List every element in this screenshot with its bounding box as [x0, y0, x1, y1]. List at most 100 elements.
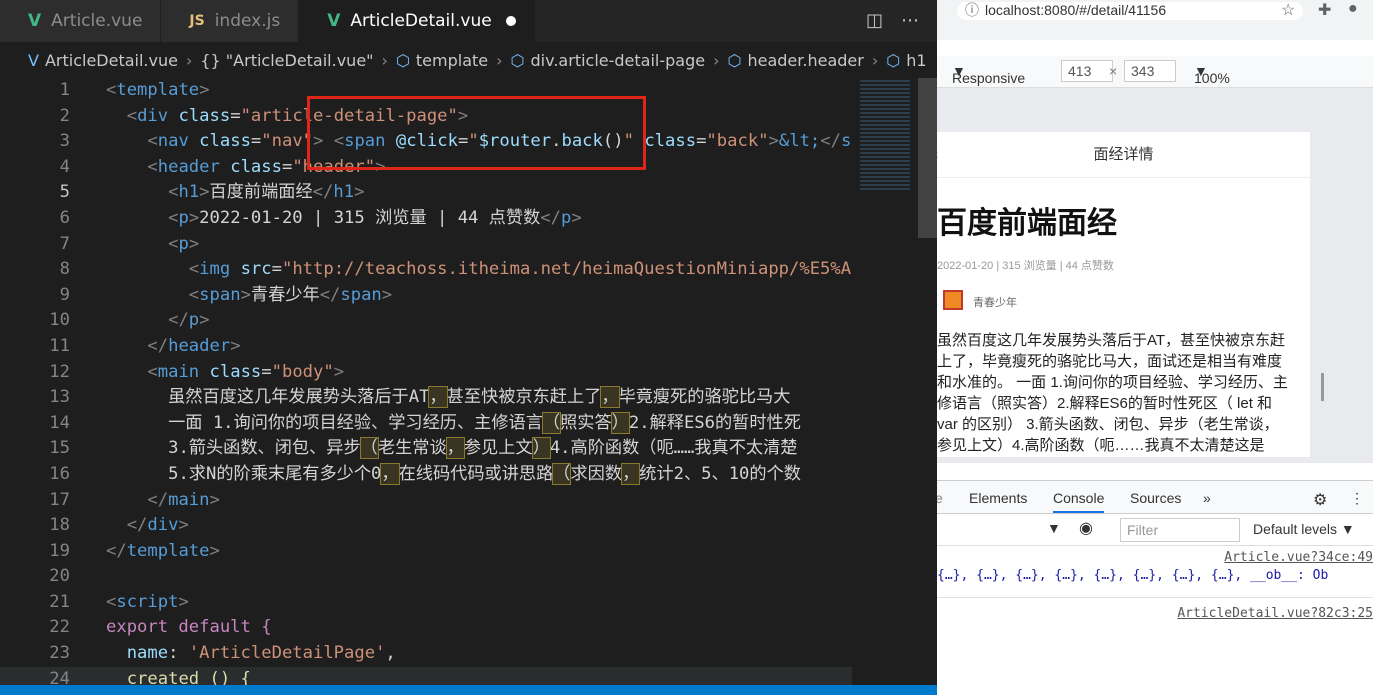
filter-input[interactable]: Filter [1120, 518, 1240, 542]
devtools-tab-bar: e Elements Console Sources » ⚙ ⋮ [937, 480, 1373, 514]
article-body: 虽然百度这几年发展势头落后于AT，甚至快被京东赶上了，毕竟瘦死的骆驼比马大，面试… [937, 332, 1288, 454]
unsaved-dot-icon[interactable] [505, 16, 516, 26]
width-input[interactable]: 413 [1061, 60, 1113, 82]
breadcrumb-item[interactable]: ArticleDetail.vue [45, 51, 178, 70]
line-number: 11 [49, 335, 70, 356]
zoom-label: 100% [1194, 70, 1230, 86]
element-icon: ⬡ [727, 50, 742, 70]
article-meta: 2022-01-20 | 315 浏览量 | 44 点赞数 [937, 260, 1114, 272]
profile-icon[interactable]: ● [1348, 0, 1358, 18]
height-input[interactable]: 343 [1124, 60, 1176, 82]
vue-file-icon: V [28, 11, 42, 31]
line-number: 23 [49, 643, 70, 664]
tab-index-js[interactable]: JS index.js [161, 0, 300, 42]
breadcrumb-item[interactable]: div.article-detail-page [531, 51, 706, 70]
status-bar [0, 685, 937, 695]
code-text: 2.解释ES6的暂时性死 [628, 412, 801, 433]
back-arrow-icon[interactable]: ‹ [937, 132, 938, 178]
eye-icon[interactable]: ◉ [1079, 518, 1093, 538]
line-number: 21 [49, 591, 70, 612]
tab-console[interactable]: Console [1053, 490, 1105, 513]
device-label: Responsive [952, 70, 1026, 86]
log-divider [937, 597, 1373, 598]
gear-icon[interactable]: ⚙ [1313, 490, 1327, 510]
line-number: 14 [49, 412, 70, 433]
code-text: 毕竟瘦死的骆驼比马大 [618, 387, 791, 408]
chevron-right-icon: › [381, 50, 388, 70]
more-tabs-icon[interactable]: » [1203, 490, 1211, 506]
device-select[interactable]: Responsive ▼ [952, 63, 1025, 86]
breadcrumb-item[interactable]: header.header [747, 51, 863, 70]
line-number: 6 [59, 207, 70, 228]
tab-label: ArticleDetail.vue [350, 11, 492, 31]
viewport-area: ‹ 面经详情 百度前端面经 2022-01-20 | 315 浏览量 | 44 … [937, 88, 1373, 463]
device-toolbar: Responsive ▼ 413 × 343 100% ▼ [937, 56, 1373, 88]
line-number: 1 [59, 80, 70, 100]
tab-elements[interactable]: Elements [969, 490, 1027, 506]
line-number: 19 [49, 540, 70, 561]
tab-label: index.js [214, 11, 281, 31]
minimap[interactable] [852, 78, 918, 695]
article-author: 青春少年 [973, 297, 1017, 309]
editor-scrollbar[interactable] [918, 78, 937, 695]
more-vert-icon[interactable]: ⋮ [1350, 490, 1364, 507]
zoom-select[interactable]: 100% ▼ [1194, 63, 1230, 86]
times-icon: × [1109, 63, 1118, 79]
page-nav: ‹ 面经详情 [937, 132, 1310, 178]
line-number: 12 [49, 361, 70, 382]
code-text: 老生常谈 [377, 438, 447, 459]
tab-article-vue[interactable]: V Article.vue [0, 0, 162, 42]
breadcrumb-item[interactable]: h1 [906, 51, 926, 70]
code-text: 甚至快被京东赶上了 [446, 387, 602, 408]
extensions-icon[interactable]: ✚ [1318, 0, 1331, 20]
tab-sources[interactable]: Sources [1130, 490, 1181, 506]
code-text: 参见上文 [463, 438, 533, 459]
line-number: 20 [49, 566, 70, 587]
vue-file-icon: V [28, 50, 39, 70]
tab-label: Article.vue [51, 11, 143, 31]
scrollbar-thumb[interactable] [918, 78, 937, 238]
code-text: 虽然百度这几年发展势头落后于AT [168, 387, 430, 408]
mobile-page: ‹ 面经详情 百度前端面经 2022-01-20 | 315 浏览量 | 44 … [937, 132, 1310, 457]
code-text: export default { [106, 617, 272, 638]
code-text: 2022-01-20 | 315 浏览量 | 44 点赞数 [199, 207, 541, 228]
levels-select[interactable]: Default levels ▼ [1253, 521, 1355, 537]
chevron-right-icon: › [713, 50, 720, 70]
line-number: 5 [59, 182, 70, 203]
star-icon[interactable]: ☆ [1281, 0, 1295, 20]
page-nav-title: 面经详情 [1093, 146, 1154, 163]
breadcrumb-item[interactable]: template [416, 51, 488, 70]
element-icon: ⬡ [395, 50, 410, 70]
url-input[interactable]: ⓘ localhost:8080/#/detail/41156 [957, 2, 1303, 20]
log-source-link[interactable]: ArticleDetail.vue?82c3:25 [1177, 606, 1373, 621]
code-area[interactable]: 1 <template> 2 <div class="article-detail… [0, 78, 852, 695]
line-number: 18 [49, 515, 70, 536]
context-dropdown-icon[interactable]: ▼ [1047, 520, 1061, 536]
code-text: 照实答 [560, 412, 612, 433]
tab-actions: ◫ ⋯ [866, 10, 919, 31]
resize-handle[interactable] [1321, 373, 1324, 401]
line-number: 17 [49, 489, 70, 510]
code-editor: V Article.vue JS index.js V ArticleDetai… [0, 0, 937, 695]
line-number: 3 [59, 131, 70, 152]
code-text: 统计2、5、10的个数 [639, 463, 801, 484]
tab-cut[interactable]: e [937, 490, 943, 506]
breadcrumb: V ArticleDetail.vue › {} "ArticleDetail.… [0, 42, 937, 78]
line-number: 8 [59, 259, 70, 280]
log-source-link[interactable]: Article.vue?34ce:49 [1224, 550, 1373, 565]
log-text[interactable]: {…}, {…}, {…}, {…}, {…}, {…}, {…}, {…}, … [937, 568, 1328, 583]
line-number: 16 [49, 463, 70, 484]
code-text: 'ArticleDetailPage' [188, 643, 386, 664]
breadcrumb-item[interactable]: {} "ArticleDetail.vue" [200, 51, 373, 70]
split-editor-icon[interactable]: ◫ [866, 10, 883, 31]
console-toolbar: ▼ ◉ Filter Default levels ▼ [937, 514, 1373, 546]
tab-articledetail-vue[interactable]: V ArticleDetail.vue [299, 0, 535, 42]
info-icon[interactable]: ⓘ [965, 2, 979, 18]
chevron-right-icon: › [185, 50, 193, 70]
line-number: 9 [59, 284, 70, 305]
browser-window: ⓘ localhost:8080/#/detail/41156 ☆ ✚ ● Re… [937, 0, 1373, 695]
line-number: 2 [59, 105, 70, 126]
more-actions-icon[interactable]: ⋯ [901, 10, 919, 31]
code-text: 在线码代码或讲思路 [398, 463, 554, 484]
code-text: 求因数 [570, 463, 623, 484]
